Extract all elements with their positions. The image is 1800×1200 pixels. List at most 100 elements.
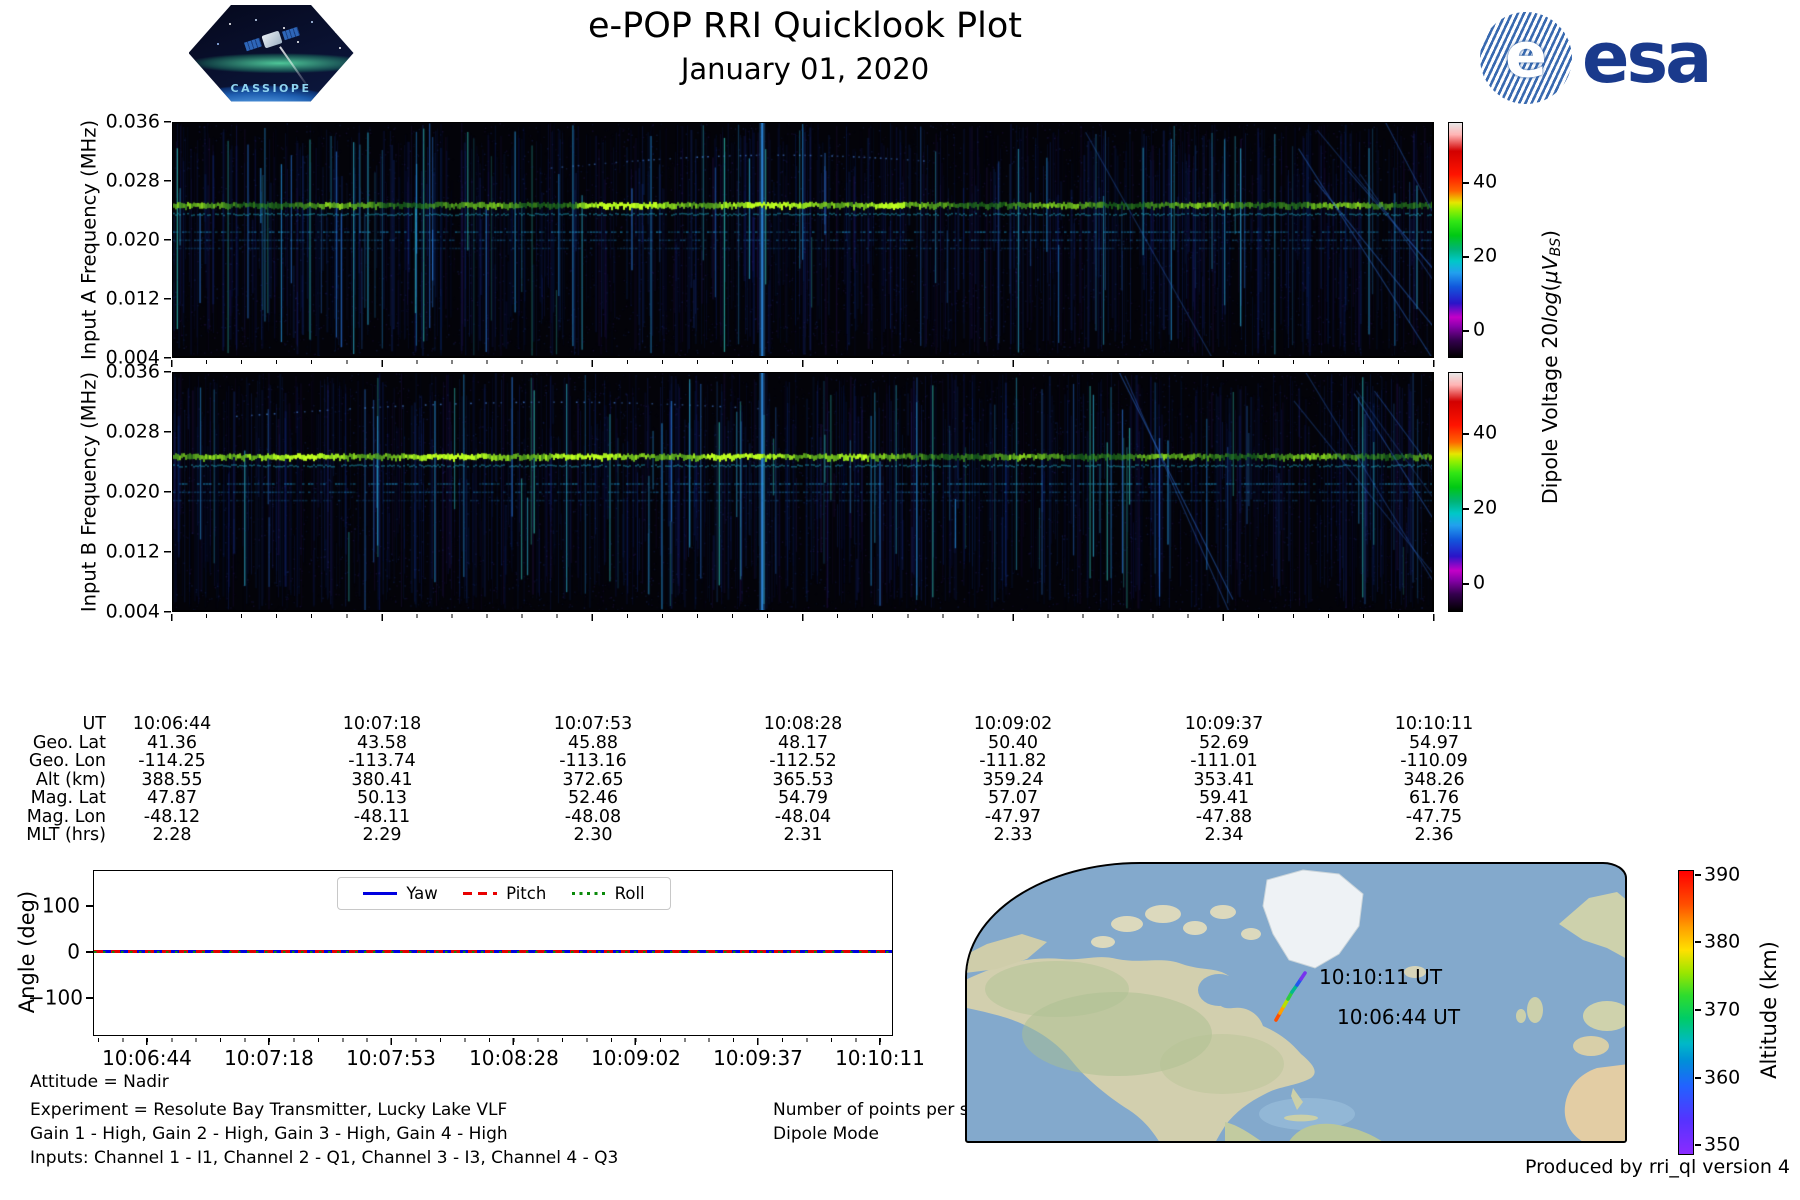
- colorbar-tick: 40: [1473, 421, 1498, 444]
- colorbar-tick: 20: [1473, 496, 1498, 519]
- arctic-island: [1210, 905, 1236, 919]
- colorbar-b: [1448, 372, 1463, 612]
- cell: 2.29: [362, 825, 402, 845]
- cell: 2.36: [1414, 825, 1454, 845]
- beam-decoration: [278, 46, 307, 85]
- cell: -48.11: [353, 806, 411, 827]
- row-label: MLT (hrs): [26, 825, 106, 845]
- freq-tick: 0.012: [105, 540, 160, 563]
- map-end-time-label: 10:10:11 UT: [1319, 965, 1443, 989]
- cell: 10:07:18: [342, 714, 422, 734]
- angle-x-minor-ticks: [98, 1037, 888, 1042]
- colorbar-tick: 20: [1473, 244, 1498, 267]
- trajectory-segment: [1299, 971, 1307, 981]
- iberia-landmass: [1573, 1036, 1609, 1056]
- cell: 10:07:53: [553, 714, 633, 734]
- legend-item-yaw: Yaw: [363, 884, 438, 903]
- greenland-landmass: [1262, 869, 1364, 969]
- cell: 41.36: [146, 732, 198, 753]
- cell: -114.25: [138, 751, 206, 771]
- table-row: Mag. Lon -48.12 -48.11 -48.08 -48.04 -47…: [0, 806, 1800, 827]
- freq-tick: 0.036: [105, 110, 160, 133]
- tick-mark: [1695, 874, 1701, 876]
- angle-xtick: 10:06:44: [102, 1046, 192, 1070]
- inputs-note: Inputs: Channel 1 - I1, Channel 2 - Q1, …: [30, 1148, 619, 1168]
- colorbar-label-prefix: Dipole Voltage 20: [1537, 322, 1562, 505]
- tick-mark: [1463, 256, 1469, 258]
- attitude-note: Attitude = Nadir: [30, 1072, 169, 1092]
- tick-mark: [1463, 433, 1469, 435]
- hudson-bay: [1198, 974, 1240, 1006]
- row-label: Mag. Lat: [30, 788, 106, 808]
- table-row: Geo. Lat 41.36 43.58 45.88 48.17 50.40 5…: [0, 732, 1800, 753]
- cell: 2.34: [1204, 825, 1244, 845]
- x-axis-minor-ticks: [171, 359, 1435, 364]
- altitude-tick: 360: [1704, 1066, 1741, 1089]
- altitude-tick: 390: [1704, 863, 1741, 886]
- legend-item-roll: Roll: [571, 884, 645, 903]
- cell: 2.28: [152, 825, 192, 845]
- stars-decoration: [206, 16, 209, 19]
- cell: -48.12: [143, 806, 201, 827]
- tick-mark: [1463, 182, 1469, 184]
- esa-globe-icon: e: [1480, 12, 1572, 104]
- map-art: 10:10:11 UT 10:06:44 UT: [967, 869, 1625, 1141]
- legend-item-pitch: Pitch: [463, 884, 546, 903]
- colorbar-tick: 40: [1473, 170, 1498, 193]
- esa-wordmark: esa: [1582, 17, 1712, 99]
- cell: -47.88: [1195, 806, 1253, 827]
- arctic-island: [1145, 905, 1181, 923]
- cell: 2.30: [573, 825, 613, 845]
- cell: 10:09:37: [1184, 714, 1264, 734]
- freq-tick: 0.020: [105, 480, 160, 503]
- cell: 359.24: [982, 769, 1044, 790]
- altitude-tick: 370: [1704, 998, 1741, 1021]
- freq-tick: 0.020: [105, 228, 160, 251]
- angle-plot: Yaw Pitch Roll: [93, 870, 893, 1036]
- cell: 61.76: [1408, 788, 1460, 808]
- cell: 52.69: [1198, 732, 1250, 753]
- cell: 50.40: [987, 732, 1039, 753]
- altitude-colorbar-label: Altitude (km): [1757, 941, 1781, 1079]
- page-title: e-POP RRI Quicklook Plot: [587, 6, 1022, 46]
- angle-ytick: 100: [41, 893, 80, 918]
- cell: 54.97: [1408, 732, 1460, 753]
- altitude-tick: 350: [1704, 1133, 1741, 1156]
- row-label: UT: [82, 714, 107, 734]
- satellite-icon: [260, 30, 283, 48]
- roll-line-sample: [571, 891, 606, 896]
- colorbar-label-paren-close: ): [1537, 229, 1562, 238]
- cell: 372.65: [562, 769, 624, 790]
- cell: 10:09:02: [973, 714, 1053, 734]
- tick-mark: [86, 997, 93, 999]
- experiment-note: Experiment = Resolute Bay Transmitter, L…: [30, 1100, 508, 1120]
- angle-xtick: 10:07:18: [224, 1046, 314, 1070]
- colorbar-label-log: log: [1537, 291, 1562, 323]
- altitude-colorbar: [1678, 870, 1694, 1155]
- cell: 2.33: [993, 825, 1033, 845]
- row-label: Geo. Lon: [28, 751, 106, 771]
- colorbar-label: Dipole Voltage 20log(μVBS): [1538, 230, 1564, 504]
- tick-mark: [1695, 1077, 1701, 1079]
- page-date: January 01, 2020: [680, 52, 930, 86]
- cell: -110.09: [1400, 751, 1468, 771]
- arctic-island: [1111, 916, 1143, 932]
- cell: 59.41: [1198, 788, 1250, 808]
- legend-label: Pitch: [506, 884, 547, 903]
- arctic-island: [1091, 936, 1115, 948]
- satellite-panel-icon: [281, 26, 300, 40]
- cell: 47.87: [146, 788, 198, 808]
- tick-mark: [1463, 330, 1469, 332]
- tick-mark: [1695, 941, 1701, 943]
- cell: 10:08:28: [763, 714, 843, 734]
- arctic-island: [1183, 921, 1207, 935]
- cell: 45.88: [567, 732, 619, 753]
- angle-xtick: 10:09:02: [591, 1046, 681, 1070]
- cell: -111.82: [979, 751, 1047, 771]
- scandinavia-landmass: [1559, 892, 1625, 958]
- spectrogram-a-plot: [172, 122, 1434, 358]
- esa-logo: e esa: [1480, 12, 1712, 104]
- shallow-water: [1259, 1098, 1355, 1130]
- britain-island: [1527, 997, 1543, 1023]
- tick-mark: [1695, 1144, 1701, 1146]
